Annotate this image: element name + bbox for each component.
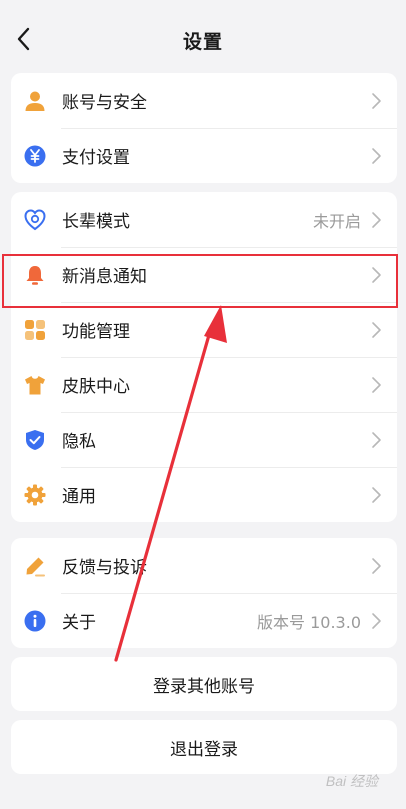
settings-group-about: 反馈与投诉 关于 版本号 10.3.0 <box>11 538 397 648</box>
settings-item-label: 皮肤中心 <box>62 377 130 397</box>
settings-item-elder-mode[interactable]: 长辈模式 未开启 <box>11 192 397 247</box>
settings-item-general[interactable]: 通用 <box>11 467 397 522</box>
settings-item-label: 隐私 <box>62 432 96 452</box>
chevron-right-icon <box>372 432 381 448</box>
chevron-right-icon <box>372 613 381 629</box>
page-title: 设置 <box>182 31 223 53</box>
gear-icon <box>24 484 46 506</box>
chevron-right-icon <box>372 212 381 228</box>
settings-item-feedback[interactable]: 反馈与投诉 <box>11 538 397 593</box>
heart-shield-icon <box>24 209 46 231</box>
settings-item-label: 新消息通知 <box>62 267 147 287</box>
logout-button[interactable]: 退出登录 <box>11 720 397 774</box>
settings-item-label: 长辈模式 <box>62 212 130 232</box>
tshirt-icon <box>24 374 46 396</box>
settings-item-label: 支付设置 <box>62 148 130 168</box>
elder-mode-status: 未开启 <box>312 211 361 231</box>
settings-item-privacy[interactable]: 隐私 <box>11 412 397 467</box>
chevron-right-icon <box>372 322 381 338</box>
settings-item-label: 账号与安全 <box>62 93 147 113</box>
settings-item-account-security[interactable]: 账号与安全 <box>11 73 397 128</box>
bell-icon <box>24 264 46 286</box>
grid-icon <box>24 319 46 341</box>
pencil-icon <box>24 555 46 577</box>
user-icon <box>24 90 46 112</box>
settings-item-about[interactable]: 关于 版本号 10.3.0 <box>11 593 397 648</box>
settings-item-payment[interactable]: 支付设置 <box>11 128 397 183</box>
settings-group-account: 账号与安全 支付设置 <box>11 73 397 183</box>
chevron-right-icon <box>372 267 381 283</box>
settings-item-notifications[interactable]: 新消息通知 <box>11 247 397 302</box>
watermark: Bai 经验 <box>325 773 378 789</box>
chevron-right-icon <box>372 487 381 503</box>
chevron-right-icon <box>372 558 381 574</box>
shield-check-icon <box>24 429 46 451</box>
settings-group-general: 长辈模式 未开启 新消息通知 功能管理 皮肤中心 隐私 通用 <box>11 192 397 522</box>
chevron-right-icon <box>372 377 381 393</box>
settings-item-label: 功能管理 <box>62 322 130 342</box>
yuan-coin-icon <box>24 145 46 167</box>
settings-item-feature-management[interactable]: 功能管理 <box>11 302 397 357</box>
settings-item-label: 关于 <box>62 613 96 633</box>
version-number: 版本号 10.3.0 <box>257 612 361 632</box>
settings-item-label: 反馈与投诉 <box>62 558 147 578</box>
header: 设置 <box>0 0 406 78</box>
settings-item-label: 通用 <box>62 487 96 507</box>
settings-item-skin-center[interactable]: 皮肤中心 <box>11 357 397 412</box>
chevron-right-icon <box>372 93 381 109</box>
chevron-right-icon <box>372 148 381 164</box>
info-icon <box>24 610 46 632</box>
switch-account-button[interactable]: 登录其他账号 <box>11 657 397 711</box>
